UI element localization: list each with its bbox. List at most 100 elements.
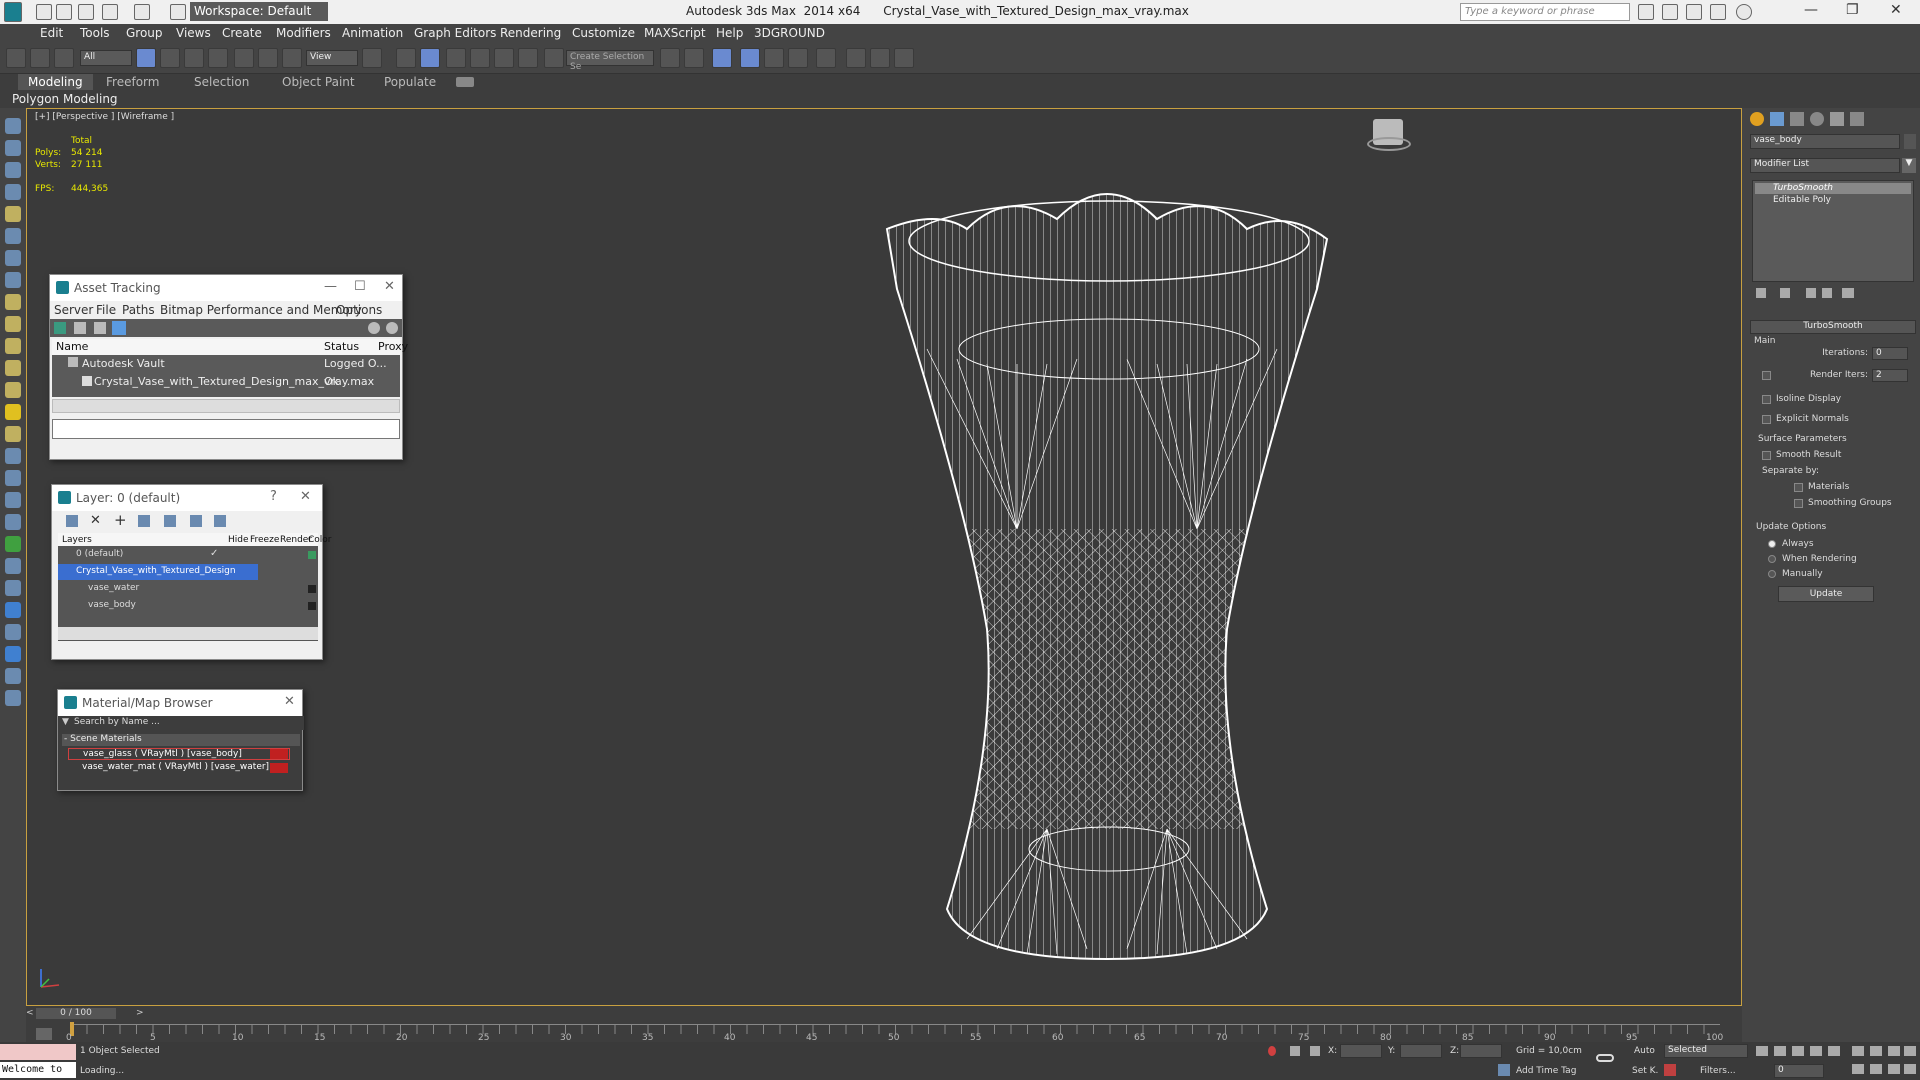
layer-row[interactable]: vase_body [58,598,318,614]
refresh-icon[interactable] [54,322,66,334]
key-filters-button[interactable]: Filters... [1700,1066,1736,1076]
viewport-label[interactable]: [+] [Perspective ] [Wireframe ] [35,112,174,122]
manually-radio[interactable] [1768,570,1776,578]
close-icon[interactable]: ✕ [284,694,295,709]
menu-tools[interactable]: Tools [80,26,110,40]
scene-materials-header[interactable]: - Scene Materials [62,734,300,746]
material-editor-icon[interactable] [816,48,836,68]
tab-object-paint[interactable]: Object Paint [272,74,365,90]
z-coord-field[interactable] [1460,1044,1502,1058]
pin-stack-icon[interactable] [1756,288,1766,298]
menu-graph-editors[interactable]: Graph Editors [414,26,496,40]
terrain-icon[interactable] [5,558,21,574]
tab-modeling[interactable]: Modeling [18,74,93,90]
menu-maxscript[interactable]: MAXScript [644,26,706,40]
close-icon[interactable]: ✕ [300,489,311,504]
zoom-icon[interactable] [1852,1046,1864,1056]
rendered-frame-window-icon[interactable] [870,48,890,68]
project-folder-icon[interactable] [170,4,186,20]
absolute-mode-icon[interactable] [1310,1046,1320,1056]
globe-icon[interactable] [5,514,21,530]
maxscript-listener-input[interactable]: Welcome to [0,1062,76,1078]
column-hide[interactable]: Hide [228,535,249,545]
utilities-tab-icon[interactable] [1850,112,1864,126]
bind-space-warp-icon[interactable] [54,48,74,68]
info-icon[interactable] [5,690,21,706]
shapes-icon[interactable] [5,140,21,156]
table-row[interactable]: Crystal_Vase_with_Textured_Design_max_vr… [52,374,400,391]
scale-icon[interactable] [282,48,302,68]
box-icon[interactable] [5,294,21,310]
particle-icon[interactable] [5,448,21,464]
move-icon[interactable] [234,48,254,68]
rectangular-selection-icon[interactable] [184,48,204,68]
window-crossing-icon[interactable] [208,48,228,68]
systems-icon[interactable] [5,250,21,266]
workspace-dropdown[interactable]: Workspace: Default [190,2,328,21]
help-icon[interactable] [1736,4,1752,20]
unlink-icon[interactable] [30,48,50,68]
menu-bitmap-performance[interactable]: Bitmap Performance and Memory [160,303,362,317]
xref-icon[interactable] [5,624,21,640]
pan-icon[interactable] [1870,1064,1882,1074]
script-icon[interactable] [5,668,21,684]
sun-light-icon[interactable] [5,404,21,420]
menu-3dground[interactable]: 3DGROUND [754,26,825,40]
app-logo-icon[interactable] [4,2,22,22]
delete-layer-icon[interactable]: ✕ [90,513,101,528]
settings-icon[interactable] [386,322,398,334]
key-icon[interactable] [1596,1054,1614,1062]
edit-named-selection-icon[interactable] [544,48,564,68]
menu-modifiers[interactable]: Modifiers [276,26,331,40]
auto-key-button[interactable]: Auto [1634,1046,1655,1056]
menu-file[interactable]: File [96,303,116,317]
curve-editor-icon[interactable] [764,48,784,68]
tab-populate[interactable]: Populate [374,74,446,90]
cylinder-icon[interactable] [5,338,21,354]
create-geometry-icon[interactable] [5,118,21,134]
time-slider[interactable]: 0 / 100 [36,1008,116,1019]
torus-icon[interactable] [5,360,21,376]
list-icon[interactable] [74,322,86,334]
rotate-icon[interactable] [258,48,278,68]
horizontal-scrollbar[interactable] [58,627,318,640]
go-to-start-icon[interactable] [1756,1046,1768,1056]
smoothing-groups-checkbox[interactable] [1794,499,1803,508]
object-name-field[interactable]: vase_body [1750,134,1900,149]
menu-edit[interactable]: Edit [40,26,63,40]
close-icon[interactable]: ✕ [1890,2,1902,18]
menu-create[interactable]: Create [222,26,262,40]
render-sphere-icon[interactable] [5,646,21,662]
keyboard-shortcut-icon[interactable] [420,48,440,68]
material-item[interactable]: vase_glass ( VRayMtl ) [vase_body] [68,748,290,760]
table-row[interactable]: Autodesk Vault Logged O... [52,356,400,373]
x-coord-field[interactable] [1340,1044,1382,1058]
field-of-view-icon[interactable] [1852,1064,1864,1074]
helpers-icon[interactable] [5,206,21,222]
close-icon[interactable]: ✕ [384,279,395,294]
iterations-spinner[interactable]: 0 [1872,347,1908,360]
wrench-icon[interactable] [5,580,21,596]
create-tab-icon[interactable] [1750,112,1764,126]
maximize-icon[interactable]: ☐ [354,279,366,294]
layer-color-swatch[interactable] [308,602,316,610]
add-time-tag-button[interactable]: Add Time Tag [1516,1066,1576,1076]
play-icon[interactable] [1792,1046,1804,1056]
smooth-result-checkbox[interactable] [1762,451,1771,460]
object-color-swatch[interactable] [1904,134,1916,149]
layer-explorer-icon[interactable] [740,48,760,68]
layer-row[interactable]: vase_water [58,581,318,597]
open-file-icon[interactable] [56,4,72,20]
chevron-down-icon[interactable]: ▼ [1902,158,1916,173]
tab-freeform[interactable]: Freeform [96,74,169,90]
horizontal-scrollbar[interactable] [52,399,400,413]
layer-row[interactable]: Crystal_Vase_with_Textured_Design [58,564,258,580]
orbit-icon[interactable] [1888,1064,1900,1074]
make-unique-icon[interactable] [1806,288,1816,298]
show-end-result-icon[interactable] [1780,288,1790,298]
render-iters-checkbox[interactable] [1762,371,1771,380]
motion-tab-icon[interactable] [1810,112,1824,126]
space-warps-icon[interactable] [5,228,21,244]
modify-tab-icon[interactable] [1770,112,1784,126]
column-status[interactable]: Status [324,340,359,353]
